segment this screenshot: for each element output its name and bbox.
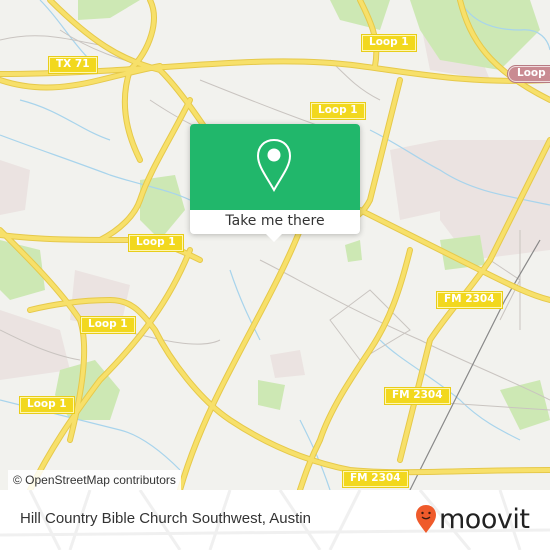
road-shield-loop1: Loop 1 bbox=[310, 102, 366, 120]
road-shield-fm2304: FM 2304 bbox=[342, 470, 409, 488]
map-tiles bbox=[0, 0, 550, 490]
popup-header bbox=[190, 124, 360, 210]
road-shield-fm2304: FM 2304 bbox=[384, 387, 451, 405]
road-shield-loop360: Loop 36 bbox=[507, 65, 550, 83]
brand-name: moovit bbox=[439, 503, 530, 535]
take-me-there-button[interactable]: Take me there bbox=[190, 210, 360, 234]
map-view[interactable]: TX 71 Loop 1 Loop 1 Loop 1 Loop 1 Loop 1… bbox=[0, 0, 550, 490]
road-shield-loop1: Loop 1 bbox=[80, 316, 136, 334]
popup-pointer bbox=[266, 234, 282, 242]
moovit-logo[interactable]: moovit bbox=[415, 502, 530, 536]
map-attribution[interactable]: © OpenStreetMap contributors bbox=[8, 470, 181, 490]
road-shield-tx71: TX 71 bbox=[48, 56, 98, 74]
road-shield-loop1: Loop 1 bbox=[128, 234, 184, 252]
location-popup[interactable]: Take me there bbox=[190, 124, 360, 242]
footer-bar: Hill Country Bible Church Southwest, Aus… bbox=[0, 490, 550, 550]
map-pin-icon bbox=[256, 138, 292, 193]
road-shield-loop1: Loop 1 bbox=[19, 396, 75, 414]
moovit-pin-icon bbox=[416, 505, 436, 533]
road-shield-fm2304: FM 2304 bbox=[436, 291, 503, 309]
place-name: Hill Country Bible Church Southwest, Aus… bbox=[20, 510, 311, 527]
road-shield-loop1: Loop 1 bbox=[361, 34, 417, 52]
